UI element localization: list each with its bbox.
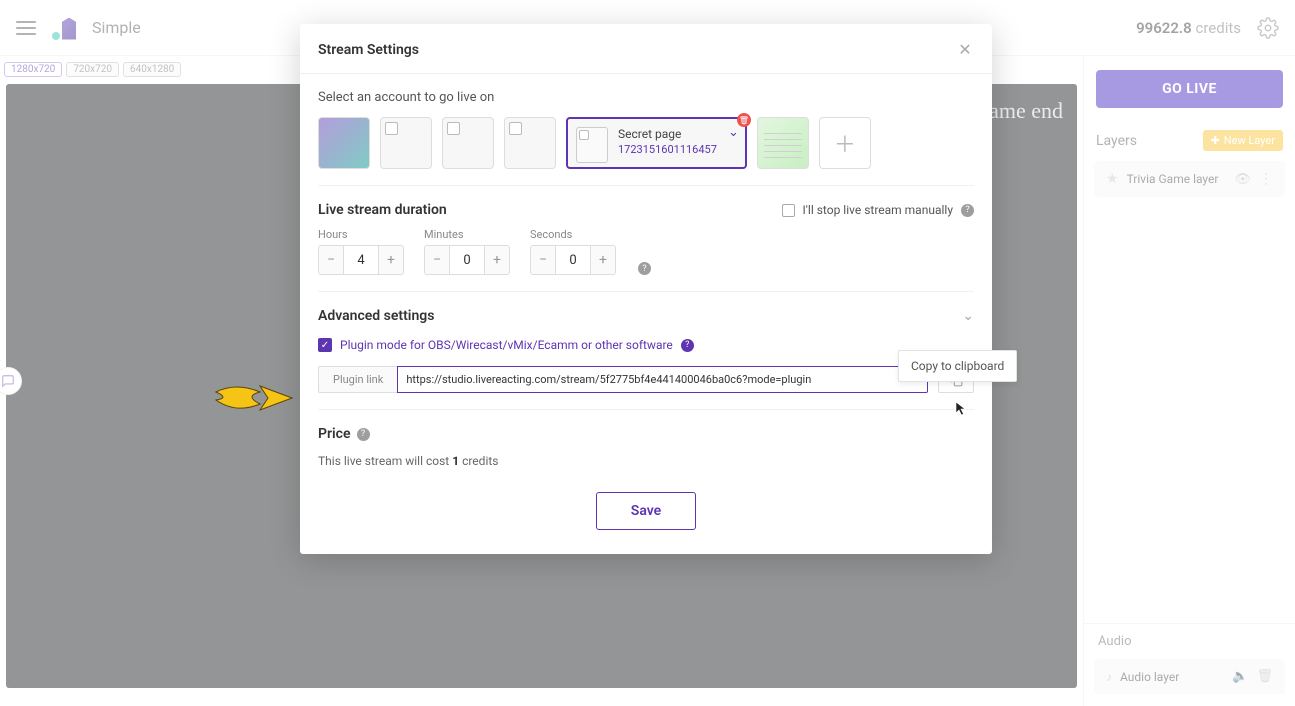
close-icon[interactable]: ✕ <box>956 40 974 59</box>
accounts-heading: Select an account to go live on <box>318 90 974 105</box>
price-title: Price <box>318 426 351 442</box>
remove-account-icon[interactable]: 🗑 <box>737 113 751 127</box>
help-icon[interactable]: ? <box>681 339 694 352</box>
account-option[interactable] <box>757 117 809 169</box>
increment-button[interactable]: + <box>379 246 403 274</box>
modal-title: Stream Settings <box>318 42 419 58</box>
plugin-mode-label: Plugin mode for OBS/Wirecast/vMix/Ecamm … <box>340 338 673 352</box>
hours-stepper: − 4 + <box>318 245 404 275</box>
checkbox-empty-icon <box>782 204 795 217</box>
seconds-stepper: − 0 + <box>530 245 616 275</box>
hours-value[interactable]: 4 <box>343 246 379 274</box>
account-option[interactable] <box>318 117 370 169</box>
help-icon[interactable]: ? <box>961 204 974 217</box>
plugin-mode-checkbox[interactable]: ✓ <box>318 338 332 352</box>
account-list: 🗑 Secret page 1723151601116457 ⌄ ＋ <box>318 117 974 169</box>
increment-button[interactable]: + <box>485 246 509 274</box>
chevron-down-icon: ⌄ <box>962 308 974 324</box>
help-icon[interactable]: ? <box>638 262 651 275</box>
decrement-button[interactable]: − <box>319 246 343 274</box>
price-text: This live stream will cost 1 credits <box>318 454 974 468</box>
decrement-button[interactable]: − <box>531 246 555 274</box>
decrement-button[interactable]: − <box>425 246 449 274</box>
stream-settings-modal: Stream Settings ✕ Select an account to g… <box>300 24 992 554</box>
seconds-value[interactable]: 0 <box>555 246 591 274</box>
selected-account-name: Secret page <box>618 127 717 141</box>
selected-account-id: 1723151601116457 <box>618 143 717 156</box>
chevron-down-icon[interactable]: ⌄ <box>728 125 739 140</box>
duration-title: Live stream duration <box>318 202 447 218</box>
minutes-value[interactable]: 0 <box>449 246 485 274</box>
copy-tooltip: Copy to clipboard <box>898 350 1017 382</box>
seconds-label: Seconds <box>530 228 616 241</box>
save-button[interactable]: Save <box>596 492 696 530</box>
plugin-link-label: Plugin link <box>318 366 397 393</box>
increment-button[interactable]: + <box>591 246 615 274</box>
price-text-post: credits <box>459 454 498 468</box>
minutes-stepper: − 0 + <box>424 245 510 275</box>
account-option[interactable] <box>380 117 432 169</box>
manual-stop-checkbox[interactable]: I'll stop live stream manually ? <box>782 203 974 217</box>
advanced-title: Advanced settings <box>318 308 434 324</box>
price-text-pre: This live stream will cost <box>318 454 452 468</box>
hours-label: Hours <box>318 228 404 241</box>
advanced-toggle[interactable]: Advanced settings ⌄ <box>318 308 974 324</box>
account-option[interactable] <box>442 117 494 169</box>
account-selected[interactable]: 🗑 Secret page 1723151601116457 ⌄ <box>566 117 747 169</box>
plugin-link-input[interactable] <box>397 366 928 393</box>
add-account-button[interactable]: ＋ <box>819 117 871 169</box>
account-option[interactable] <box>504 117 556 169</box>
manual-stop-label: I'll stop live stream manually <box>803 203 953 217</box>
minutes-label: Minutes <box>424 228 510 241</box>
help-icon[interactable]: ? <box>357 428 370 441</box>
